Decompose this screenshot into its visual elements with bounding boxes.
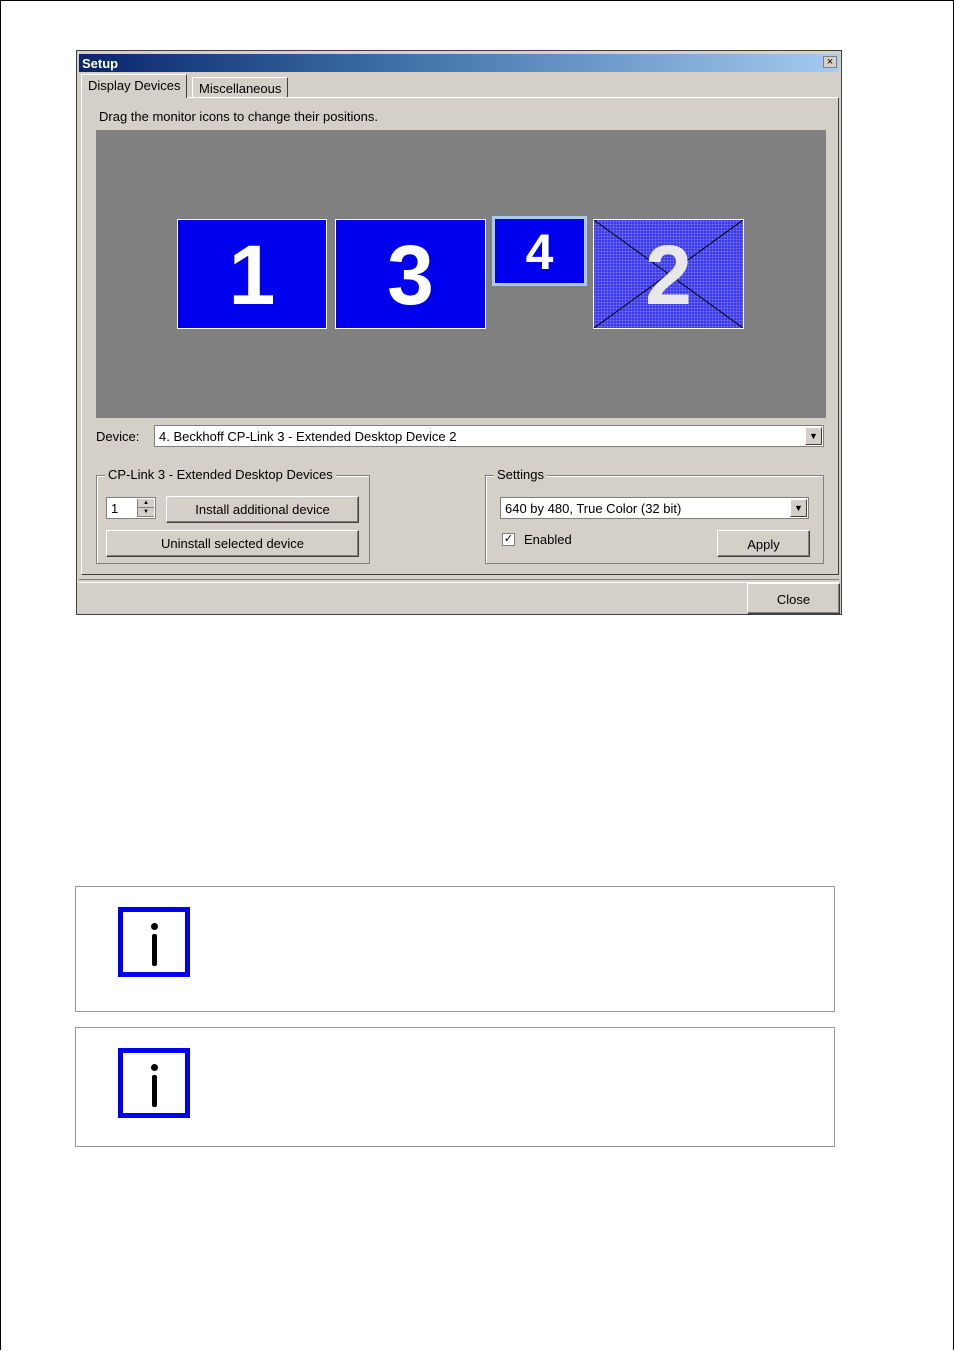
monitor-arrangement-area[interactable]: 1 3 4 2 xyxy=(96,130,826,418)
device-select-value: 4. Beckhoff CP-Link 3 - Extended Desktop… xyxy=(159,429,457,444)
stepper-arrows[interactable]: ▲ ▼ xyxy=(137,499,154,517)
device-count-stepper[interactable]: 1 ▲ ▼ xyxy=(106,497,156,519)
tab-display-devices[interactable]: Display Devices xyxy=(81,74,188,98)
resolution-select[interactable]: 640 by 480, True Color (32 bit) ▼ xyxy=(500,497,809,519)
apply-button[interactable]: Apply xyxy=(717,530,810,557)
monitor-4-selected[interactable]: 4 xyxy=(492,216,587,286)
chevron-down-icon[interactable]: ▼ xyxy=(805,427,822,445)
instruction-text: Drag the monitor icons to change their p… xyxy=(99,109,378,124)
title-bar[interactable]: Setup × xyxy=(79,54,839,72)
close-icon[interactable]: × xyxy=(823,56,837,68)
device-label: Device: xyxy=(96,429,140,444)
extended-devices-group: CP-Link 3 - Extended Desktop Devices 1 ▲… xyxy=(96,467,370,564)
monitor-3[interactable]: 3 xyxy=(335,219,486,329)
device-select[interactable]: 4. Beckhoff CP-Link 3 - Extended Desktop… xyxy=(154,425,824,447)
install-device-button[interactable]: Install additional device xyxy=(166,496,359,523)
checkmark-icon: ✓ xyxy=(503,533,514,545)
monitor-1[interactable]: 1 xyxy=(177,219,327,329)
device-count-value: 1 xyxy=(111,501,119,516)
close-button[interactable]: Close xyxy=(747,583,840,614)
resolution-value: 640 by 480, True Color (32 bit) xyxy=(505,501,682,516)
window-title: Setup xyxy=(82,56,119,71)
monitor-2-disabled[interactable]: 2 xyxy=(593,219,744,329)
info-icon xyxy=(118,1048,190,1118)
note-box-2 xyxy=(75,1027,835,1147)
settings-title: Settings xyxy=(494,467,547,482)
enabled-checkbox[interactable]: ✓ xyxy=(502,533,515,546)
chevron-down-icon[interactable]: ▼ xyxy=(790,499,807,517)
info-icon xyxy=(118,907,190,977)
extended-devices-title: CP-Link 3 - Extended Desktop Devices xyxy=(105,467,336,482)
note-box-1 xyxy=(75,886,835,1012)
chevron-up-icon[interactable]: ▲ xyxy=(138,499,154,508)
monitor-2-label: 2 xyxy=(645,228,692,322)
footer-separator xyxy=(79,579,839,583)
uninstall-device-button[interactable]: Uninstall selected device xyxy=(106,530,359,557)
settings-group: Settings 640 by 480, True Color (32 bit)… xyxy=(485,467,824,564)
setup-dialog: Setup × Display Devices Miscellaneous Dr… xyxy=(76,50,842,615)
chevron-down-icon[interactable]: ▼ xyxy=(138,508,154,517)
enabled-label: Enabled xyxy=(524,532,572,547)
tab-miscellaneous[interactable]: Miscellaneous xyxy=(192,77,289,98)
